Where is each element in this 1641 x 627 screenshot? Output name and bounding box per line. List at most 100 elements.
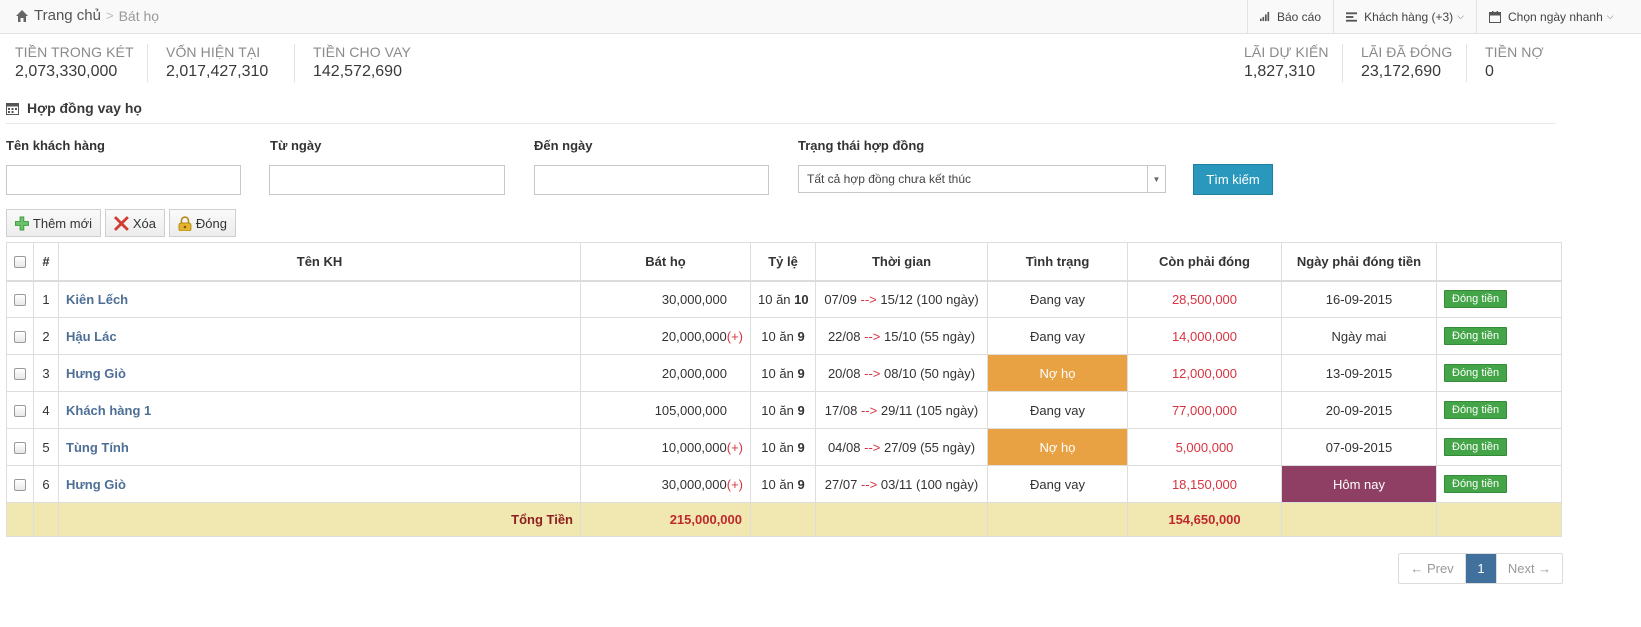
- row-rate-prefix: 10 ăn: [761, 365, 794, 381]
- close-contract-button[interactable]: Đóng: [169, 209, 236, 237]
- row-customer-name[interactable]: Hưng Giò: [58, 354, 581, 392]
- row-checkbox[interactable]: [14, 405, 26, 418]
- pay-button[interactable]: Đóng tiền: [1444, 475, 1508, 493]
- row-action-cell: Đóng tiền: [1436, 428, 1562, 466]
- row-action-cell: Đóng tiền: [1436, 280, 1562, 318]
- chevron-down-icon: ▼: [1147, 166, 1165, 192]
- to-date-input[interactable]: [534, 165, 769, 195]
- section-divider: [6, 123, 1556, 124]
- row-rate-cell: 10 ăn 10: [750, 280, 816, 318]
- customers-label: Khách hàng (+3): [1364, 9, 1454, 24]
- row-customer-name[interactable]: Hậu Lác: [58, 317, 581, 355]
- row-amount: 20,000,000: [661, 365, 727, 381]
- row-customer-name[interactable]: Khách hàng 1: [58, 391, 581, 429]
- row-checkbox[interactable]: [14, 294, 26, 307]
- row-rate-prefix: 10 ăn: [761, 402, 794, 418]
- from-date-input[interactable]: [269, 165, 505, 195]
- delete-button-label: Xóa: [132, 215, 156, 231]
- row-start-date: 04/08: [827, 439, 861, 455]
- row-checkbox[interactable]: [14, 442, 26, 455]
- total-amount: 215,000,000: [580, 502, 751, 537]
- header-amount: Bát họ: [580, 242, 751, 282]
- pay-button[interactable]: Đóng tiền: [1444, 438, 1508, 456]
- row-index: 4: [33, 391, 59, 429]
- header-time: Thời gian: [815, 242, 988, 282]
- row-rate-cell: 10 ăn 9: [750, 465, 816, 503]
- breadcrumb-home[interactable]: Trang chủ: [34, 7, 101, 24]
- stat-label: TIỀN NỢ: [1485, 44, 1544, 60]
- pay-button[interactable]: Đóng tiền: [1444, 290, 1508, 309]
- row-rate-prefix: 10 ăn: [761, 476, 794, 492]
- table-row: 2 Hậu Lác 20,000,000(+) 10 ăn 9 22/08 --> 15…: [6, 317, 1562, 355]
- row-amount: 20,000,000: [661, 328, 727, 344]
- pay-button[interactable]: Đóng tiền: [1444, 327, 1508, 345]
- delete-button[interactable]: Xóa: [105, 209, 165, 237]
- row-customer-name[interactable]: Hưng Giò: [58, 465, 581, 503]
- row-arrow: -->: [864, 365, 881, 381]
- calendar-icon: [1489, 10, 1501, 23]
- customer-name-label: Tên khách hàng: [6, 138, 105, 153]
- table-row: 5 Tùng Tính 10,000,000(+) 10 ăn 9 04/08 --> …: [6, 428, 1562, 466]
- prev-page-button[interactable]: ← Prev: [1399, 554, 1465, 583]
- row-due-date: 20-09-2015: [1281, 391, 1437, 429]
- stat-label: VỐN HIỆN TẠI: [166, 44, 261, 60]
- stat-debt: TIỀN NỢ 0: [1466, 44, 1544, 82]
- row-index: 5: [33, 428, 59, 466]
- row-select-cell: [6, 428, 34, 466]
- row-checkbox[interactable]: [14, 368, 26, 381]
- row-amount: 30,000,000: [661, 291, 727, 307]
- row-status: Nợ họ: [987, 354, 1128, 392]
- row-checkbox[interactable]: [14, 479, 26, 492]
- page-1-button[interactable]: 1: [1465, 554, 1496, 583]
- add-button[interactable]: Thêm mới: [6, 209, 101, 237]
- from-date-label: Từ ngày: [270, 138, 322, 153]
- row-rate-value: 10: [794, 291, 809, 307]
- row-customer-name[interactable]: Tùng Tính: [58, 428, 581, 466]
- pay-button[interactable]: Đóng tiền: [1444, 364, 1508, 382]
- total-empty-cell: [33, 502, 59, 537]
- stat-value: 1,827,310: [1244, 63, 1316, 80]
- row-rate-cell: 10 ăn 9: [750, 317, 816, 355]
- row-status: Đang vay: [987, 317, 1128, 355]
- row-remaining: 18,150,000: [1127, 465, 1282, 503]
- row-index: 6: [33, 465, 59, 503]
- total-empty-cell: [815, 502, 988, 537]
- row-arrow: -->: [864, 439, 881, 455]
- row-remaining: 14,000,000: [1127, 317, 1282, 355]
- contract-status-select[interactable]: Tất cả hợp đồng chưa kết thúc ▼: [798, 165, 1166, 193]
- row-rate-cell: 10 ăn 9: [750, 391, 816, 429]
- customer-name-input[interactable]: [6, 165, 241, 195]
- report-button[interactable]: Báo cáo: [1247, 0, 1333, 33]
- row-start-date: 20/08: [827, 365, 861, 381]
- row-status: Đang vay: [987, 391, 1128, 429]
- next-page-button[interactable]: Next →: [1496, 554, 1562, 583]
- select-all-checkbox[interactable]: [14, 256, 26, 269]
- row-checkbox[interactable]: [14, 331, 26, 344]
- contract-status-value: Tất cả hợp đồng chưa kết thúc: [807, 172, 971, 186]
- search-button[interactable]: Tìm kiếm: [1193, 164, 1273, 195]
- total-empty-cell: [1281, 502, 1437, 537]
- header-status: Tình trạng: [987, 242, 1128, 282]
- stat-label: TIỀN TRONG KÉT: [15, 44, 134, 60]
- header-rate: Tỷ lệ: [750, 242, 816, 282]
- row-customer-name[interactable]: Kiên Lếch: [58, 280, 581, 318]
- row-amount-cell: 20,000,000: [580, 354, 751, 392]
- row-action-cell: Đóng tiền: [1436, 317, 1562, 355]
- stat-loaned: TIỀN CHO VAY 142,572,690: [294, 44, 411, 82]
- row-amount-cell: 105,000,000: [580, 391, 751, 429]
- row-start-date: 07/09: [824, 291, 857, 307]
- row-amount: 30,000,000: [661, 476, 727, 492]
- breadcrumb-separator: >: [105, 8, 114, 23]
- row-amount-cell: 20,000,000(+): [580, 317, 751, 355]
- breadcrumb: Trang chủ > Bát họ: [15, 7, 159, 24]
- contract-status-label: Trạng thái hợp đồng: [798, 138, 925, 153]
- customers-dropdown[interactable]: Khách hàng (+3) ⌵: [1333, 0, 1476, 33]
- row-start-date: 22/08: [827, 328, 861, 344]
- header-actions: [1436, 242, 1562, 282]
- row-end-date: 15/10 (55 ngày): [883, 328, 976, 344]
- report-label: Báo cáo: [1276, 9, 1321, 24]
- row-arrow: -->: [860, 291, 877, 307]
- pay-button[interactable]: Đóng tiền: [1444, 401, 1508, 419]
- row-time-cell: 22/08 --> 15/10 (55 ngày): [815, 317, 988, 355]
- quick-date-dropdown[interactable]: Chọn ngày nhanh ⌵: [1476, 0, 1641, 33]
